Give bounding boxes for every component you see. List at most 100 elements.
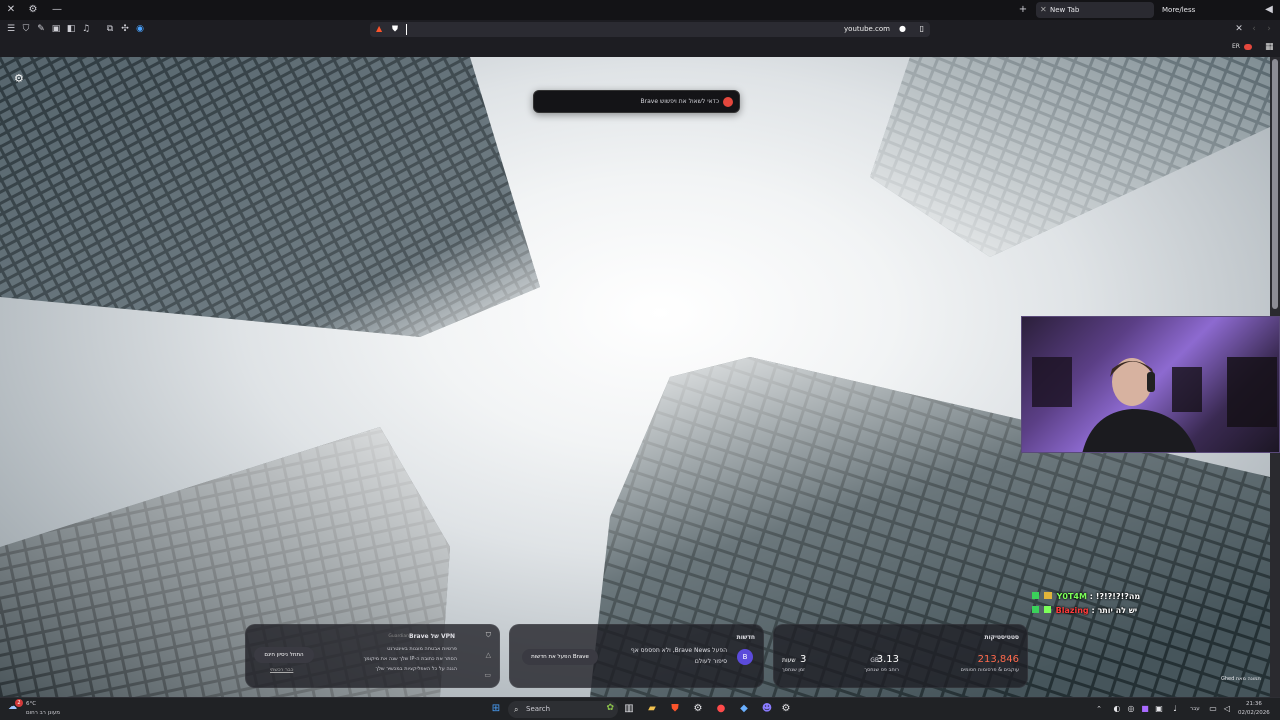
search-label: Search <box>526 705 551 713</box>
shield-icon[interactable]: ⛉ <box>20 23 32 35</box>
text-cursor <box>406 24 407 35</box>
app-icon[interactable]: ● <box>714 702 728 716</box>
chat-message: Blazing : יש לה יותר <box>1032 606 1137 615</box>
chat-text: יש לה יותר <box>1097 606 1138 615</box>
clock-time[interactable]: 21:36 <box>1246 701 1262 707</box>
crown-icon <box>1043 592 1052 599</box>
grid-icon[interactable]: ▦ <box>1265 42 1274 52</box>
leo-prompt-toast[interactable]: כדאי לשאול את ויפשוש Brave <box>533 90 740 113</box>
file-explorer-icon[interactable]: ▰ <box>645 702 659 716</box>
url-text: youtube.com <box>844 25 890 33</box>
weather-temp: 6°C <box>26 701 37 707</box>
time-saved-label: זמן שנחסך <box>782 667 805 673</box>
tray-icon[interactable]: ■ <box>1138 702 1152 716</box>
vpn-start-trial-button[interactable]: התחל ניסיון חינם <box>254 647 314 663</box>
discord-icon[interactable]: ☻ <box>760 702 774 716</box>
brave-rewards-icon[interactable]: ▲ <box>376 24 382 33</box>
vpn-title: VPN של Brave <box>409 633 455 640</box>
menu-icon[interactable]: ☰ <box>5 23 17 35</box>
settings-icon[interactable]: ⚙ <box>26 3 40 17</box>
bookmark-icon[interactable]: ▯ <box>920 24 924 33</box>
weather-badge: 2 <box>15 699 23 707</box>
tray-icon[interactable]: ◐ <box>1110 702 1124 716</box>
search-icon: ⌕ <box>514 705 519 714</box>
tray-icon[interactable]: ▣ <box>1152 702 1166 716</box>
music-icon[interactable]: ♫ <box>80 23 92 35</box>
vpn-subtitle: Guardian <box>388 634 409 639</box>
vpn-bullet: הגנה על כל האפליקציות במכשיר שלך <box>375 666 457 672</box>
windows-start-icon[interactable]: ⊞ <box>489 702 503 716</box>
vpn-already-purchased-link[interactable]: כבר רכשתי <box>270 667 293 673</box>
profile-initials[interactable]: ER <box>1232 43 1240 50</box>
vpn-card: VPN של Brave Guardian ⛉ פרטיות אבטחה מוג… <box>245 624 500 688</box>
time-saved-value: 3 <box>800 654 807 665</box>
tray-overflow-icon[interactable]: ⌃ <box>1092 702 1106 716</box>
minimize-icon[interactable]: — <box>50 3 64 17</box>
record-icon[interactable] <box>1244 44 1252 50</box>
tab-label: More/less <box>1162 6 1196 14</box>
news-card: חדשות B הפעל Brave News, ולא תפספס אף סי… <box>509 624 764 688</box>
close-tab-icon[interactable]: ✕ <box>1040 2 1047 18</box>
chat-badge-icon <box>1032 606 1039 613</box>
window-icon[interactable]: ▣ <box>50 23 62 35</box>
tab-new-tab[interactable]: ✕ New Tab <box>1036 2 1154 18</box>
bandwidth-saved-unit: GB <box>870 657 879 664</box>
app-icon-2[interactable]: ◆ <box>737 702 751 716</box>
photo-credit[interactable]: תמונה מאת Ghed <box>1221 676 1261 682</box>
news-line2: סיפור לעולם <box>694 658 727 665</box>
search-highlight-icon: ✿ <box>606 703 614 713</box>
chat-username: Blazing <box>1055 606 1089 615</box>
toast-text: כדאי לשאול את ויפשוש Brave <box>640 98 719 105</box>
stats-title: סטטיסטיקות <box>984 634 1020 641</box>
bandwidth-saved-label: רוחב פס שנחסך <box>864 667 899 673</box>
bandwidth-saved-value: 3.13 <box>876 654 899 665</box>
tabs-icon[interactable]: ⧉ <box>104 23 116 35</box>
trackers-blocked-label: עוקבים & פרסומות חסומים <box>960 667 1019 673</box>
brave-taskbar-icon[interactable]: ⛊ <box>668 702 682 716</box>
tray-icon[interactable]: ◎ <box>1124 702 1138 716</box>
enable-news-button[interactable]: הפעל את חדשות Brave <box>522 649 598 665</box>
sidebar-icon[interactable]: ◧ <box>65 23 77 35</box>
volume-icon[interactable]: ◁ <box>1220 702 1234 716</box>
steam-icon[interactable]: ⚙ <box>691 702 705 716</box>
restore-window-icon[interactable]: ◀ <box>1262 3 1276 17</box>
language-indicator[interactable]: עבר <box>1190 706 1200 712</box>
brave-news-icon: B <box>737 649 753 665</box>
task-view-icon[interactable]: ▥ <box>622 702 636 716</box>
chat-text: !?!?!?!?מה <box>1095 592 1141 601</box>
settings-taskbar-icon[interactable]: ⚙ <box>779 702 793 716</box>
close-window-icon[interactable]: ✕ <box>4 3 18 17</box>
chat-username: Y0T4M <box>1056 592 1087 601</box>
vpn-device-icon: ▭ <box>484 671 491 679</box>
tab-strip: ✕ ⚙ — + ✕ New Tab More/less ◀ <box>0 0 1280 20</box>
back-icon[interactable]: ‹ <box>1248 23 1260 35</box>
taskbar: ☁ 2 6°C מעונן רב רחום ⊞ ⌕ Search ✿ ▥ ▰ ⛊… <box>0 697 1280 720</box>
scrollbar-thumb[interactable] <box>1272 59 1278 309</box>
info-icon[interactable]: ● <box>899 24 906 33</box>
trackers-blocked-value: 213,846 <box>977 654 1019 665</box>
brave-leo-icon <box>723 97 733 107</box>
chat-message: Y0T4M : !?!?!?!?מה <box>1032 592 1140 601</box>
brave-shield-icon[interactable]: ⛊ <box>392 24 398 34</box>
forward-icon[interactable]: › <box>1263 23 1275 35</box>
vpn-shield-icon: ⛉ <box>485 631 491 639</box>
tab-more-less[interactable]: More/less <box>1148 2 1258 18</box>
audio-icon[interactable]: ◉ <box>134 23 146 35</box>
skyscraper-top-right <box>870 57 1270 257</box>
vpn-triangle-icon: △ <box>485 651 491 659</box>
skyscraper-top-left <box>0 57 540 337</box>
new-tab-icon[interactable]: + <box>1016 3 1030 17</box>
taskbar-search[interactable]: ⌕ Search ✿ <box>508 701 618 718</box>
close-sidebar-icon[interactable]: ✕ <box>1233 23 1245 35</box>
customize-gear-icon[interactable]: ⚙ <box>14 72 28 86</box>
extension-row: ER ▦ <box>0 39 1280 57</box>
news-line1: הפעל Brave News, ולא תפספס אף <box>630 647 727 654</box>
time-saved-unit: שעות <box>782 657 796 664</box>
puzzle-icon[interactable]: ✣ <box>119 23 131 35</box>
pen-icon[interactable]: ✎ <box>35 23 47 35</box>
microphone-icon[interactable]: ♩ <box>1168 702 1182 716</box>
clock-date[interactable]: 02/02/2026 <box>1238 710 1270 716</box>
address-bar[interactable]: ▲ ⛊ youtube.com ● ▯ <box>370 22 930 37</box>
network-icon[interactable]: ▭ <box>1206 702 1220 716</box>
tab-label: New Tab <box>1050 6 1080 14</box>
